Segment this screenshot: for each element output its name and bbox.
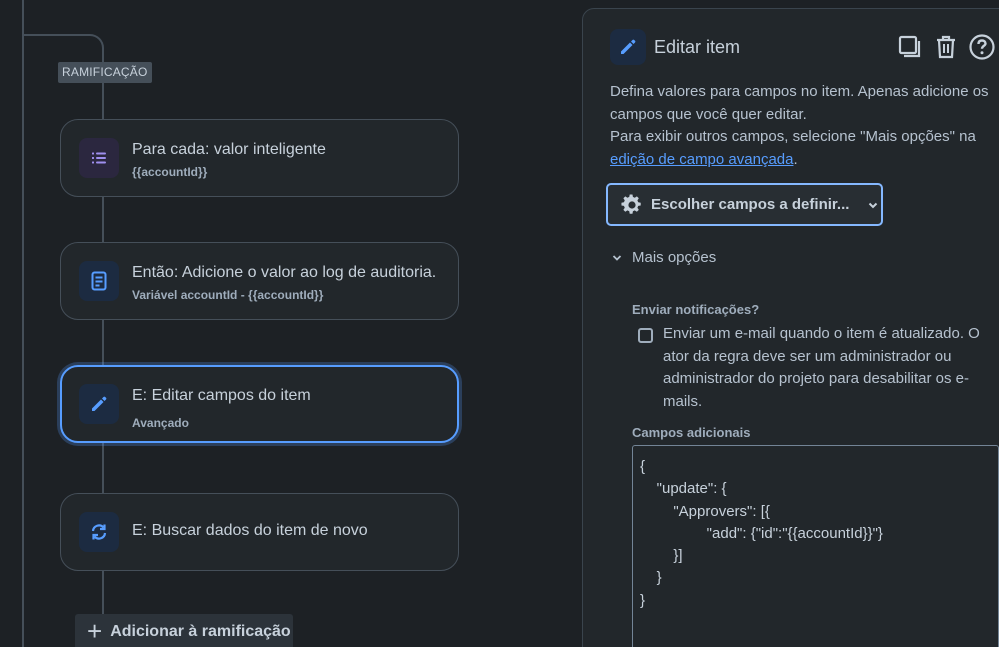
additional-fields-editor[interactable]: { "update": { "Approvers": [{ "add": {"i…: [632, 445, 999, 647]
trash-icon: [937, 35, 955, 59]
flow-card-edit-fields[interactable]: E: Editar campos do item Avançado: [60, 365, 459, 443]
duplicate-icon: [898, 35, 921, 58]
help-icon: [969, 34, 995, 60]
add-to-branch-label: Adicionar à ramificação: [110, 623, 291, 640]
choose-fields-label: Escolher campos a definir...: [651, 196, 850, 213]
help-button[interactable]: [968, 33, 996, 61]
edit-item-panel: Editar item Defina valores para campos n…: [582, 8, 999, 647]
panel-description: Defina valores para campos no item. Apen…: [610, 81, 999, 171]
branch-label: RAMIFICAÇÃO: [58, 62, 152, 83]
refresh-icon: [79, 512, 119, 552]
advanced-field-editing-link[interactable]: edição de campo avançada: [610, 151, 793, 168]
description-text: Defina valores para campos no item. Apen…: [610, 83, 989, 123]
more-options-toggle[interactable]: Mais opções: [612, 249, 716, 266]
choose-fields-dropdown[interactable]: Escolher campos a definir...: [606, 183, 883, 226]
card-title: Para cada: valor inteligente: [132, 141, 326, 158]
automation-flow: RAMIFICAÇÃO Para cada: valor inteligente…: [0, 0, 580, 647]
plus-icon: +: [87, 615, 103, 646]
additional-fields-label: Campos adicionais: [632, 425, 751, 440]
card-subtitle: Variável accountId - {{accountId}}: [132, 288, 324, 302]
list-icon: [79, 138, 119, 178]
flow-card-audit-log[interactable]: Então: Adicione o valor ao log de audito…: [60, 242, 459, 320]
panel-toolbar: [896, 33, 996, 61]
card-title: E: Buscar dados do item de novo: [132, 522, 368, 539]
send-notifications-text: Enviar um e-mail quando o item é atualiz…: [663, 325, 980, 410]
delete-button[interactable]: [932, 33, 960, 61]
pencil-icon: [610, 29, 646, 65]
more-options-label: Mais opções: [632, 249, 717, 266]
card-title: Então: Adicione o valor ao log de audito…: [132, 264, 437, 281]
pencil-icon: [79, 384, 119, 424]
card-title: E: Editar campos do item: [132, 387, 311, 404]
duplicate-button[interactable]: [896, 33, 924, 61]
document-icon: [79, 261, 119, 301]
send-notifications-checkbox[interactable]: [638, 328, 653, 343]
description-end: .: [793, 150, 798, 168]
card-subtitle: Avançado: [132, 416, 189, 430]
description-hint: Para exibir outros campos, selecione "Ma…: [610, 128, 976, 145]
main-connector-line: [22, 0, 24, 647]
chevron-down-icon: [612, 254, 622, 261]
add-to-branch-button[interactable]: + Adicionar à ramificação: [75, 614, 293, 647]
card-subtitle: {{accountId}}: [132, 165, 208, 179]
notifications-label: Enviar notificações?: [632, 302, 760, 317]
gear-icon: [621, 193, 641, 214]
flow-card-refetch[interactable]: E: Buscar dados do item de novo: [60, 493, 459, 571]
panel-title: Editar item: [654, 37, 741, 57]
chevron-down-icon: [869, 202, 878, 208]
flow-card-for-each[interactable]: Para cada: valor inteligente {{accountId…: [60, 119, 459, 197]
